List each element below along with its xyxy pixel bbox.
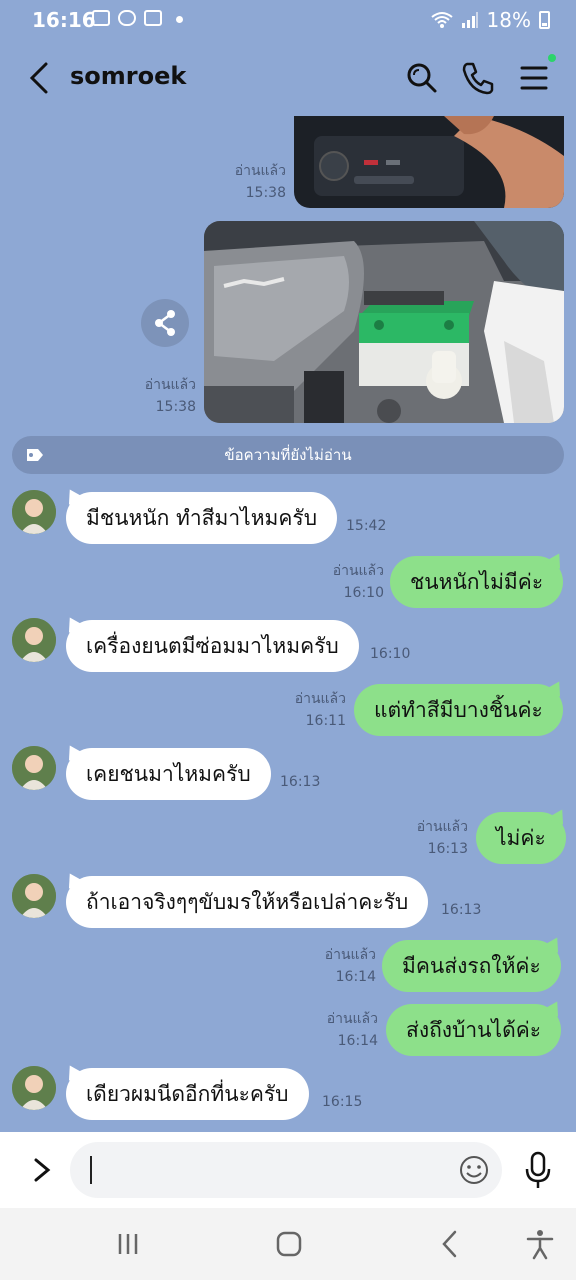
read-receipt: อ่านแล้ว bbox=[332, 563, 384, 579]
battery-percent: 18% bbox=[486, 8, 531, 32]
back-arrow-icon[interactable] bbox=[26, 60, 56, 96]
message-input[interactable] bbox=[70, 1142, 502, 1198]
chat-area[interactable]: อ่านแล้ว 15:38 อ่านแล้ว 15:38 ข้อความที่… bbox=[0, 116, 576, 1132]
microphone-icon[interactable] bbox=[522, 1150, 554, 1190]
online-indicator-icon bbox=[548, 54, 556, 62]
read-receipt: อ่านแล้ว bbox=[294, 691, 346, 707]
home-icon[interactable] bbox=[271, 1228, 307, 1260]
text-caret bbox=[90, 1156, 92, 1184]
message-time: 15:42 bbox=[346, 518, 387, 534]
share-button[interactable] bbox=[141, 299, 189, 347]
outgoing-message-bubble[interactable]: แต่ทำสีมีบางชิ้นค่ะ bbox=[354, 684, 563, 736]
profile-photo bbox=[12, 746, 56, 790]
outgoing-message-bubble[interactable]: มีคนส่งรถให้ค่ะ bbox=[382, 940, 561, 992]
status-bar: 16:16 18% bbox=[0, 0, 576, 40]
battery-icon bbox=[539, 11, 550, 29]
photo-message[interactable] bbox=[204, 221, 564, 423]
message-time: 16:14 bbox=[337, 1033, 378, 1049]
gallery-notification-icon bbox=[92, 10, 110, 26]
menu-icon[interactable] bbox=[514, 58, 554, 98]
message-meta: อ่านแล้ว 16:11 bbox=[262, 688, 346, 732]
outgoing-message-bubble[interactable]: ไม่ค่ะ bbox=[476, 812, 566, 864]
label-tag-icon bbox=[27, 449, 43, 461]
recent-apps-icon[interactable] bbox=[110, 1228, 146, 1260]
photo-meta: อ่านแล้ว 15:38 bbox=[110, 374, 196, 418]
expand-arrow-icon[interactable] bbox=[28, 1154, 56, 1186]
message-meta: อ่านแล้ว 16:14 bbox=[294, 1008, 378, 1052]
notification-icons bbox=[92, 10, 183, 26]
message-time: 15:38 bbox=[155, 399, 196, 415]
profile-photo bbox=[12, 618, 56, 662]
photo-message[interactable] bbox=[294, 116, 564, 208]
incoming-message-bubble[interactable]: มีชนหนัก ทำสีมาไหมครับ bbox=[66, 492, 338, 544]
message-time: 16:13 bbox=[427, 841, 468, 857]
read-receipt: อ่านแล้ว bbox=[144, 377, 196, 393]
message-time: 16:10 bbox=[343, 585, 384, 601]
message-time: 16:13 bbox=[441, 902, 482, 918]
system-navigation-bar bbox=[0, 1208, 576, 1280]
accessibility-icon[interactable] bbox=[522, 1228, 558, 1260]
phone-icon[interactable] bbox=[458, 58, 498, 98]
incoming-message-bubble[interactable]: เครื่องยนตมีซ่อมมาไหมครับ bbox=[66, 620, 359, 672]
message-meta: อ่านแล้ว 16:10 bbox=[300, 560, 384, 604]
read-receipt: อ่านแล้ว bbox=[234, 163, 286, 179]
message-time: 16:10 bbox=[370, 646, 411, 662]
read-receipt: อ่านแล้ว bbox=[326, 1011, 378, 1027]
message-input-bar bbox=[0, 1132, 576, 1208]
avatar[interactable] bbox=[12, 746, 56, 790]
profile-photo bbox=[12, 1066, 56, 1110]
read-receipt: อ่านแล้ว bbox=[324, 947, 376, 963]
unread-divider-text: ข้อความที่ยังไม่อ่าน bbox=[224, 446, 352, 464]
incoming-message-bubble[interactable]: เดียวผมนีดอีกที่นะครับ bbox=[66, 1068, 309, 1120]
engine-photo bbox=[204, 221, 564, 423]
message-meta: อ่านแล้ว 16:14 bbox=[292, 944, 376, 988]
avatar[interactable] bbox=[12, 874, 56, 918]
status-right: 18% bbox=[430, 8, 550, 32]
chat-title[interactable]: somroek bbox=[70, 62, 186, 90]
share-icon bbox=[155, 310, 175, 336]
status-time: 16:16 bbox=[32, 8, 96, 32]
photo-meta: อ่านแล้ว 15:38 bbox=[200, 160, 286, 204]
search-icon[interactable] bbox=[402, 58, 442, 98]
wifi-icon bbox=[430, 12, 453, 28]
outgoing-message-bubble[interactable]: ส่งถึงบ้านได้ค่ะ bbox=[386, 1004, 562, 1056]
avatar[interactable] bbox=[12, 1066, 56, 1110]
emoji-icon[interactable] bbox=[458, 1154, 490, 1186]
message-meta: อ่านแล้ว 16:13 bbox=[384, 816, 468, 860]
read-receipt: อ่านแล้ว bbox=[416, 819, 468, 835]
message-time: 16:13 bbox=[280, 774, 321, 790]
car-interior-photo bbox=[294, 116, 564, 208]
message-time: 16:14 bbox=[335, 969, 376, 985]
chat-header: somroek bbox=[0, 40, 576, 116]
unread-divider: ข้อความที่ยังไม่อ่าน bbox=[12, 436, 564, 474]
profile-photo bbox=[12, 874, 56, 918]
incoming-message-bubble[interactable]: ถ้าเอาจริงๆๆขับมรให้หรือเปล่าคะรับ bbox=[66, 876, 429, 928]
message-time: 16:11 bbox=[305, 713, 346, 729]
back-icon[interactable] bbox=[433, 1228, 469, 1260]
message-time: 15:38 bbox=[245, 185, 286, 201]
line-notification-icon bbox=[118, 10, 136, 26]
incoming-message-bubble[interactable]: เคยชนมาไหมครับ bbox=[66, 748, 271, 800]
more-notifications-icon bbox=[176, 16, 183, 23]
outgoing-message-bubble[interactable]: ชนหนักไม่มีค่ะ bbox=[390, 556, 564, 608]
avatar[interactable] bbox=[12, 618, 56, 662]
avatar[interactable] bbox=[12, 490, 56, 534]
voicemail-notification-icon bbox=[144, 10, 162, 26]
profile-photo bbox=[12, 490, 56, 534]
message-time: 16:15 bbox=[322, 1094, 363, 1110]
signal-icon bbox=[461, 12, 478, 28]
